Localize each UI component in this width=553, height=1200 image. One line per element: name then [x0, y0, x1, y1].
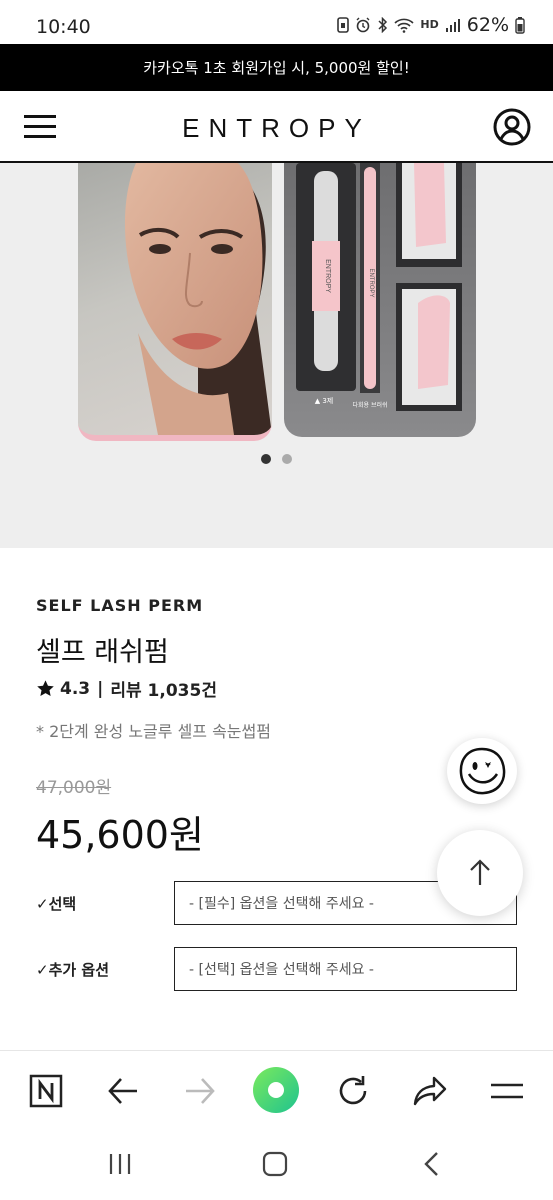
wifi-icon [394, 18, 414, 33]
kit-tube-brand: ENTROPY [324, 259, 331, 293]
green-dot-icon[interactable] [252, 1066, 300, 1114]
hd-voice-icon: HD [420, 18, 439, 31]
back-arrow-icon[interactable] [101, 1069, 145, 1113]
signal-icon [445, 19, 460, 32]
back-icon[interactable] [406, 1146, 456, 1182]
kit-brush-brand: ENTROPY [368, 268, 374, 297]
user-account-icon[interactable] [492, 107, 532, 147]
kit-tool-label: 다회용 브러쉬 [352, 401, 387, 409]
lash-perm-kit-photo: ENTROPY ▲ 3제 ENTROPY 다회용 브러쉬 [284, 163, 476, 437]
battery-percent: 62% [466, 14, 509, 36]
refresh-icon[interactable] [331, 1069, 375, 1113]
sale-price: 45,600원 [36, 813, 204, 857]
bluetooth-icon [378, 17, 388, 33]
status-bar: 10:40 HD 62% [0, 0, 553, 44]
arrow-up-icon [470, 859, 490, 885]
scroll-to-top-button[interactable] [437, 830, 523, 916]
battery-icon [515, 16, 525, 34]
product-image-carousel[interactable]: ENTROPY ▲ 3제 ENTROPY 다회용 브러쉬 [0, 163, 553, 548]
promo-text: 카카오톡 1초 회원가입 시, 5,000원 할인! [143, 59, 410, 77]
product-title: 셀프 래쉬펌 [36, 637, 169, 668]
status-icons: HD 62% [337, 14, 525, 36]
carousel-dots [261, 454, 292, 464]
kit-step-label: ▲ 3제 [315, 397, 334, 405]
carousel-dot-2[interactable] [282, 454, 292, 464]
alarm-icon [356, 17, 370, 33]
rating-separator: | [97, 678, 104, 699]
share-icon[interactable] [408, 1069, 452, 1113]
option-select-additional[interactable]: - [선택] 옵션을 선택해 주세요 - [174, 947, 517, 991]
site-header: ENTROPY [0, 91, 553, 163]
smiley-chat-icon [459, 747, 506, 795]
menu-icon[interactable] [485, 1069, 529, 1113]
promo-banner[interactable]: 카카오톡 1초 회원가입 시, 5,000원 할인! [0, 44, 553, 91]
rating-value: 4.3 [60, 678, 91, 699]
star-icon [37, 680, 54, 697]
option-label-additional: ✓추가 옵션 [36, 961, 109, 979]
naver-home-icon[interactable] [24, 1069, 68, 1113]
sim-icon [337, 17, 350, 33]
smiley-chat-button[interactable] [447, 738, 517, 804]
review-count: 리뷰 1,035건 [110, 681, 217, 701]
original-price: 47,000원 [36, 778, 112, 798]
rating-row[interactable]: 4.3 | 리뷰 1,035건 [36, 676, 217, 701]
browser-toolbar [0, 1050, 553, 1128]
home-icon[interactable] [250, 1146, 300, 1182]
brand-logo[interactable]: ENTROPY [0, 113, 553, 144]
status-time: 10:40 [36, 16, 91, 38]
product-eyebrow: SELF LASH PERM [36, 596, 204, 615]
recents-icon[interactable] [95, 1146, 145, 1182]
option-select-required-text: - [필수] 옵션을 선택해 주세요 - [189, 896, 374, 912]
carousel-dot-1[interactable] [261, 454, 271, 464]
option-select-additional-text: - [선택] 옵션을 선택해 주세요 - [189, 962, 374, 978]
model-photo [78, 163, 272, 441]
product-description: * 2단계 완성 노글루 셀프 속눈썹펌 [36, 722, 271, 741]
android-navigation-bar [0, 1128, 553, 1200]
option-label-required: ✓선택 [36, 895, 77, 913]
forward-arrow-icon[interactable] [178, 1069, 222, 1113]
